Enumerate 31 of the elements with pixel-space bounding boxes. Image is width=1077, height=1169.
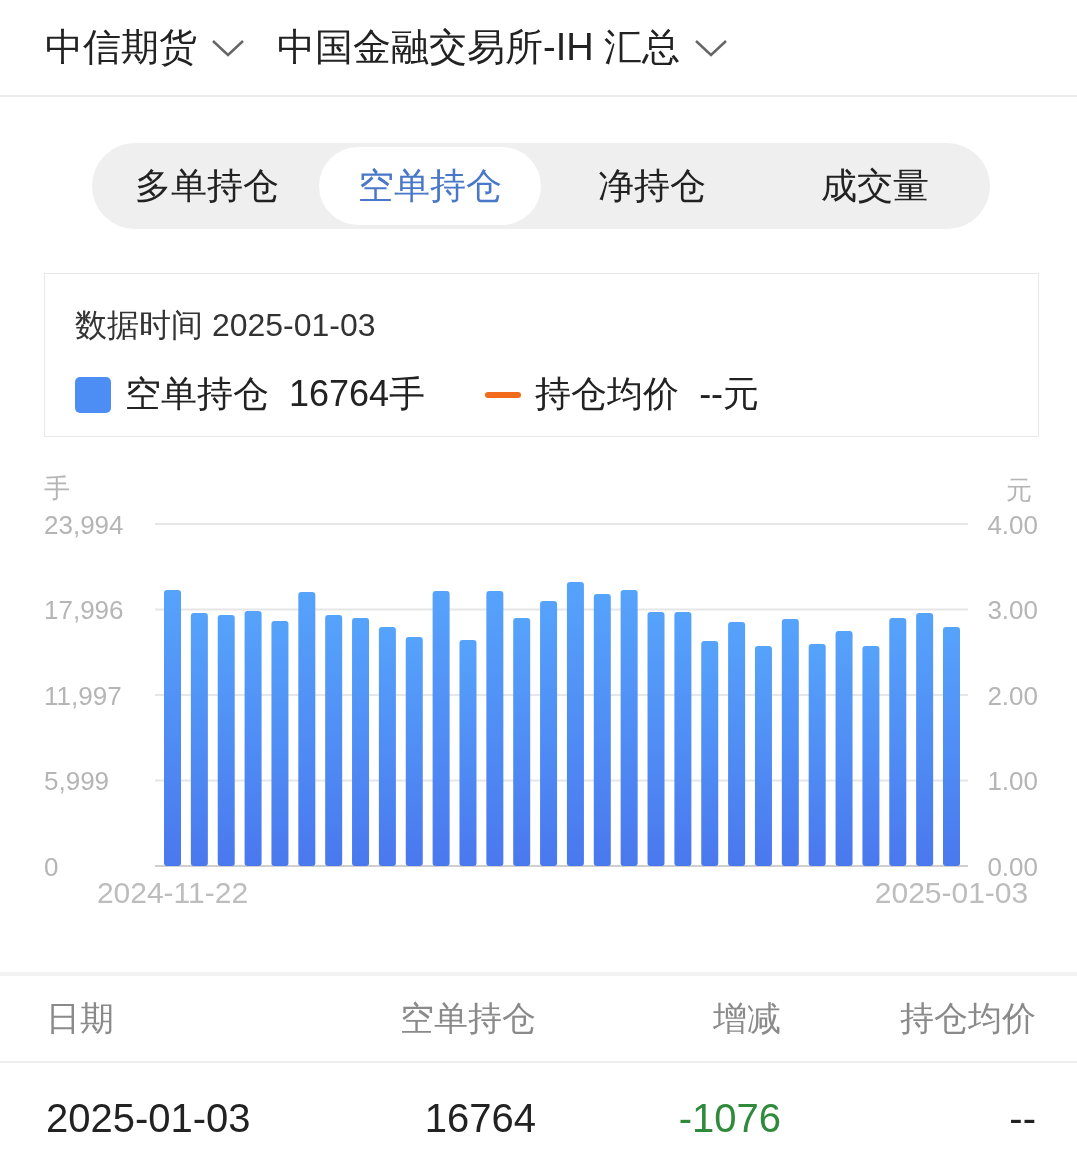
tab[interactable]: 净持仓 — [541, 147, 764, 225]
y-axis-tick-label: 0 — [44, 852, 59, 882]
y-axis-unit: 手 — [44, 473, 70, 503]
table-cell-text: -- — [1008, 1095, 1036, 1141]
data-time-label: 数据时间 2025-01-03 — [75, 306, 377, 345]
table-cell-text: 16764 — [423, 1095, 536, 1141]
chevron-down-icon — [211, 37, 245, 58]
y-axis-tick-label: 17,996 — [44, 595, 124, 626]
y-axis-tick-label: 11,997 — [44, 681, 122, 711]
column-header: 持仓均价 — [899, 997, 1036, 1039]
chevron-down-icon — [694, 37, 729, 58]
y-axis-tick-label: 3.00 — [987, 595, 1038, 626]
y-axis-tick-label: 4.00 — [987, 510, 1038, 540]
legend-label: 空单持仓 16764手 — [125, 372, 426, 416]
tab[interactable]: 空单持仓 — [318, 147, 541, 225]
y-axis-tick-label: 2.00 — [987, 681, 1038, 711]
x-axis-tick-label: 2024-11-22 — [96, 876, 249, 909]
column-header: 增减 — [712, 997, 781, 1039]
tab[interactable]: 成交量 — [763, 147, 986, 225]
legend-label: 持仓均价 --元 — [535, 372, 760, 416]
y-axis-tick-label: 1.00 — [987, 766, 1038, 797]
tab[interactable]: 多单持仓 — [96, 147, 319, 225]
y-axis-tick-label: 5,999 — [44, 766, 110, 797]
selector-dropdown[interactable]: 中国金融交易所-IH 汇总 — [277, 22, 729, 73]
column-header: 空单持仓 — [399, 997, 536, 1039]
selector-dropdown[interactable]: 中信期货 — [45, 22, 245, 73]
y-axis-tick-label: 23,994 — [44, 510, 124, 540]
column-header: 日期 — [46, 997, 115, 1039]
y-axis-unit: 元 — [1006, 475, 1032, 505]
table-cell-text: -1076 — [677, 1095, 781, 1141]
table-cell-text: 2025-01-03 — [46, 1095, 252, 1141]
